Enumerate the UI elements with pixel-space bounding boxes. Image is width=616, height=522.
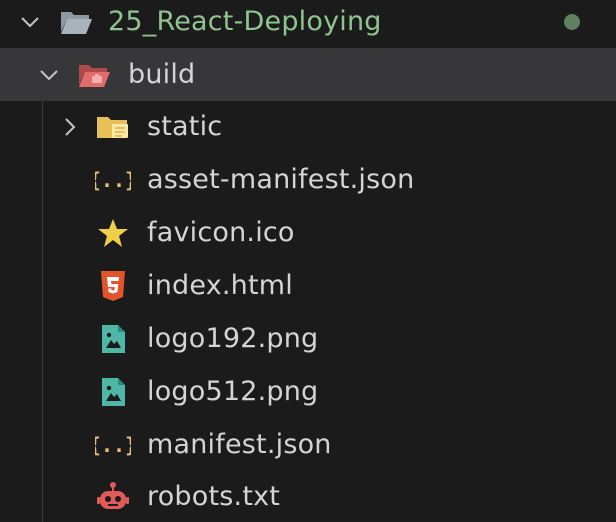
tree-row-file[interactable]: logo192.png <box>0 312 616 365</box>
star-icon <box>95 215 131 251</box>
file-explorer: 25_React-Deploying build static .. asset… <box>0 0 616 522</box>
tree-row-file[interactable]: {..} asset-manifest.json <box>0 153 616 206</box>
folder-icon <box>95 109 131 145</box>
robot-icon <box>95 479 131 515</box>
tree-row-file[interactable]: index.html <box>0 259 616 312</box>
tree-item-label: asset-manifest.json <box>147 164 415 195</box>
tree-item-label: favicon.ico <box>147 217 295 248</box>
tree-row-root-folder[interactable]: 25_React-Deploying <box>0 0 616 48</box>
tree-row-file[interactable]: favicon.ico <box>0 206 616 259</box>
chevron-right-icon[interactable] <box>58 115 82 139</box>
image-icon <box>95 374 131 410</box>
json-icon: {..} <box>95 427 131 463</box>
image-icon <box>95 321 131 357</box>
build-folder-open-icon <box>76 57 112 93</box>
tree-row-static-folder[interactable]: static <box>0 100 616 153</box>
html5-icon <box>95 268 131 304</box>
tree-item-label: logo512.png <box>147 376 319 407</box>
tree-item-label: logo192.png <box>147 323 319 354</box>
modified-status-dot <box>564 13 580 30</box>
tree-item-label: static <box>147 111 223 142</box>
tree-row-file[interactable]: robots.txt <box>0 470 616 522</box>
tree-item-label: index.html <box>147 270 293 301</box>
chevron-down-icon[interactable] <box>18 10 42 34</box>
json-icon: {..} <box>95 162 131 198</box>
build-folder-label: build <box>128 59 196 90</box>
chevron-down-icon[interactable] <box>37 63 61 87</box>
root-folder-label: 25_React-Deploying <box>108 6 382 37</box>
tree-item-label: robots.txt <box>147 481 281 512</box>
tree-row-build-folder[interactable]: build <box>0 48 616 101</box>
tree-row-file[interactable]: {..} manifest.json <box>0 418 616 471</box>
folder-open-icon <box>58 4 94 40</box>
tree-item-label: manifest.json <box>147 429 332 460</box>
tree-row-file[interactable]: logo512.png <box>0 365 616 418</box>
svg-text:{..}: {..} <box>95 168 131 192</box>
svg-text:{..}: {..} <box>95 433 131 457</box>
